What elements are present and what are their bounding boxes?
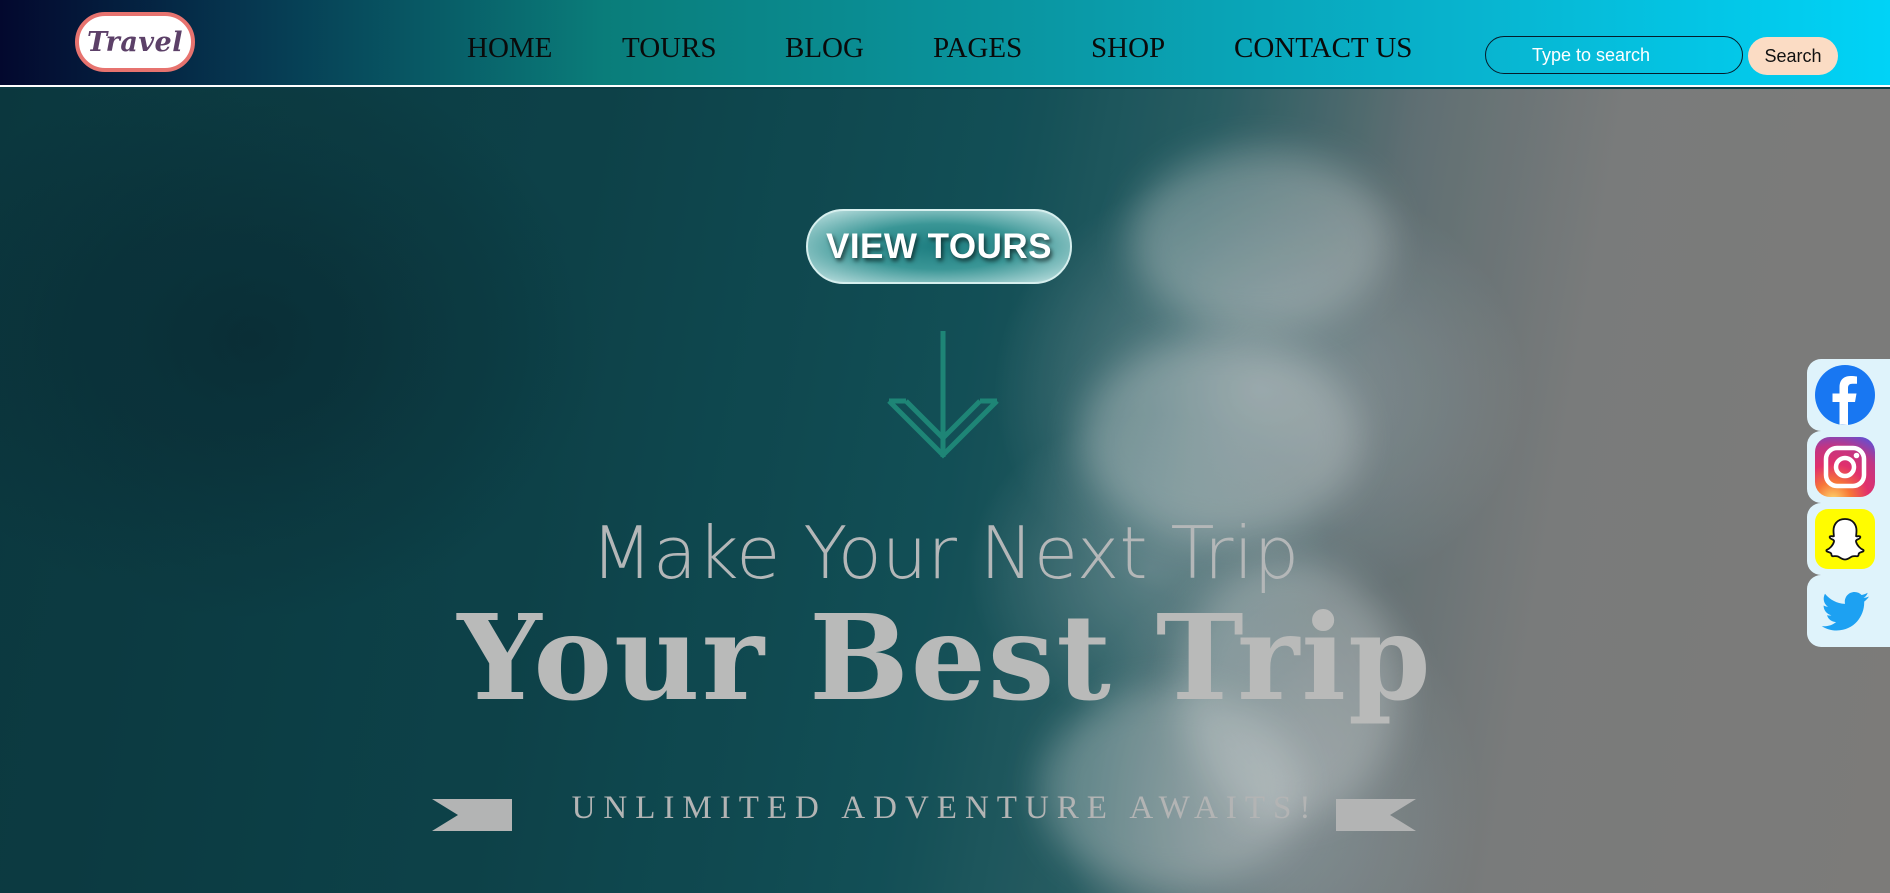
hero-headline: Your Best Trip — [457, 588, 1433, 727]
social-snapchat-button[interactable] — [1807, 503, 1890, 575]
search-button[interactable]: Search — [1748, 37, 1838, 75]
social-twitter-button[interactable] — [1807, 575, 1890, 647]
view-tours-button[interactable]: VIEW TOURS — [806, 209, 1072, 284]
logo-text: Travel — [87, 26, 183, 58]
hero-banner: VIEW TOURS Make Your Next Trip Your Best… — [0, 89, 1890, 893]
hero-subline: UNLIMITED ADVENTURE AWAITS! — [571, 790, 1319, 826]
nav-shop[interactable]: SHOP — [1091, 32, 1165, 65]
social-instagram-button[interactable] — [1807, 431, 1890, 503]
instagram-icon — [1815, 437, 1875, 497]
facebook-icon — [1815, 365, 1875, 425]
twitter-icon — [1821, 592, 1869, 631]
nav-tours[interactable]: TOURS — [622, 32, 717, 65]
hero-tagline: Make Your Next Trip — [590, 511, 1300, 595]
travel-logo[interactable]: Travel — [75, 12, 195, 72]
site-header: Travel HOME TOURS BLOG PAGES SHOP CONTAC… — [0, 0, 1890, 87]
nav-home[interactable]: HOME — [467, 32, 552, 65]
search-input[interactable] — [1485, 36, 1743, 74]
social-facebook-button[interactable] — [1807, 359, 1890, 431]
snapchat-icon — [1815, 509, 1875, 569]
ribbon-right-icon — [1336, 799, 1416, 831]
nav-pages[interactable]: PAGES — [933, 32, 1022, 65]
nav-blog[interactable]: BLOG — [785, 32, 864, 65]
nav-contact-us[interactable]: CONTACT US — [1234, 32, 1412, 65]
arrow-down-icon — [887, 331, 999, 459]
